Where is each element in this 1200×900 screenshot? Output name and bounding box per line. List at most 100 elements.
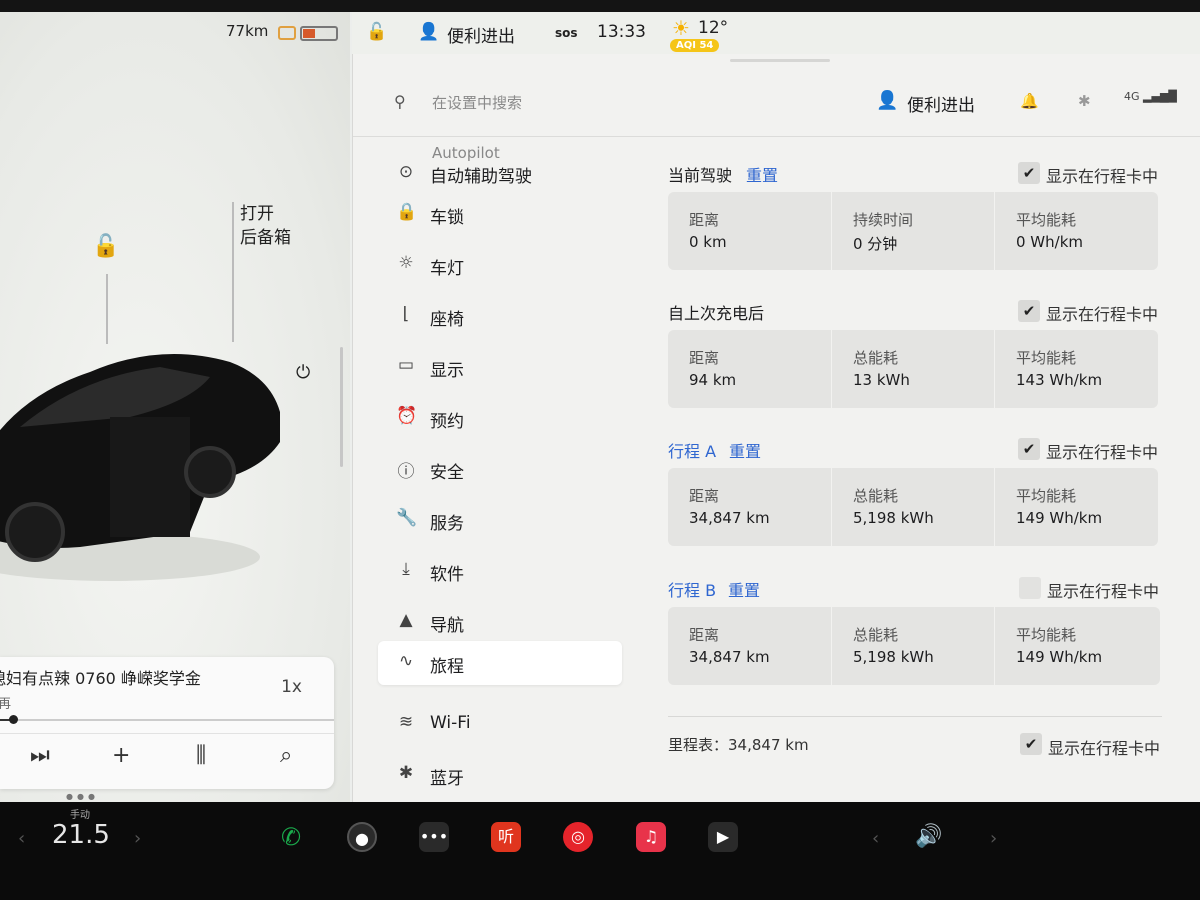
odometer-show-checkbox[interactable]: ✔ bbox=[1020, 733, 1042, 755]
nav-item-navigation[interactable]: ▲ 导航 bbox=[378, 600, 622, 644]
netease-music-icon[interactable]: ◎ bbox=[563, 822, 593, 852]
nav-label: 导航 bbox=[430, 616, 464, 636]
bluetooth-icon[interactable]: ✱ bbox=[1078, 92, 1091, 110]
odometer-divider bbox=[668, 716, 1162, 717]
trip-a-show-checkbox[interactable]: ✔ bbox=[1018, 438, 1040, 460]
stat-cell: 总能耗 5,198 kWh bbox=[831, 607, 994, 685]
unlock-icon[interactable]: 🔓 bbox=[92, 234, 119, 259]
phone-icon[interactable]: ✆ bbox=[276, 822, 306, 852]
steering-wheel-icon: ⊙ bbox=[398, 162, 414, 182]
bell-icon[interactable]: 🔔 bbox=[1020, 92, 1039, 110]
search-icon[interactable]: ⌕ bbox=[280, 743, 292, 768]
stat-label: 总能耗 bbox=[853, 349, 899, 367]
media-progress-track bbox=[0, 719, 334, 721]
nav-label: 车灯 bbox=[430, 259, 464, 279]
bluetooth-icon: ✱ bbox=[398, 763, 414, 783]
add-icon[interactable]: + bbox=[112, 743, 130, 768]
stat-value: 94 km bbox=[689, 371, 737, 389]
panel-drag-handle[interactable] bbox=[730, 59, 830, 62]
range-readout: 77km bbox=[226, 22, 269, 40]
alert-icon: ⓘ bbox=[397, 462, 415, 482]
music-icon[interactable]: ♫ bbox=[636, 822, 666, 852]
stat-cell: 平均能耗 149 Wh/km bbox=[994, 468, 1157, 546]
stat-label: 平均能耗 bbox=[1016, 487, 1077, 505]
trip-a-title: 行程 A bbox=[668, 442, 717, 461]
stat-cell: 持续时间 0 分钟 bbox=[831, 192, 994, 270]
nav-item-autopilot[interactable]: ⊙ Autopilot 自动辅助驾驶 bbox=[378, 144, 622, 196]
show-in-card-label: 显示在行程卡中 bbox=[1046, 443, 1159, 462]
bottom-dock: 手动 ‹ 21.5 › ✆ ● ••• 听 ◎ ♫ ▶ ‹ 🔊 › bbox=[0, 802, 1200, 900]
signal-label: 4G bbox=[1124, 90, 1140, 103]
trip-b-show-checkbox[interactable]: ✔ bbox=[1019, 577, 1041, 599]
trunk-callout-line bbox=[232, 202, 234, 342]
stat-value: 0 km bbox=[689, 233, 727, 251]
cabin-temperature[interactable]: 21.5 bbox=[52, 820, 110, 850]
nav-item-software[interactable]: ⤓ 软件 bbox=[378, 549, 622, 593]
nav-item-service[interactable]: 🔧 服务 bbox=[378, 498, 622, 542]
volume-up-icon[interactable]: › bbox=[990, 828, 997, 849]
ting-app-icon[interactable]: 听 bbox=[491, 822, 521, 852]
profile-button[interactable]: 便利进出 bbox=[907, 91, 975, 116]
settings-search-input[interactable] bbox=[432, 92, 732, 114]
stat-label: 平均能耗 bbox=[1016, 349, 1077, 367]
nav-label: 自动辅助驾驶 bbox=[430, 167, 532, 187]
playback-speed-button[interactable]: 1x bbox=[281, 677, 302, 697]
lock-status-icon[interactable]: 🔓 bbox=[366, 22, 387, 42]
stat-cell: 总能耗 5,198 kWh bbox=[831, 468, 994, 546]
theater-icon[interactable]: ▶ bbox=[708, 822, 738, 852]
nav-label: 软件 bbox=[430, 565, 464, 585]
stat-value: 0 Wh/km bbox=[1016, 233, 1084, 251]
nav-item-trips[interactable]: ∿ 旅程 bbox=[378, 641, 622, 685]
show-in-card-label: 显示在行程卡中 bbox=[1046, 167, 1159, 186]
nav-item-display[interactable]: ▭ 显示 bbox=[378, 345, 622, 389]
show-in-card-label: 显示在行程卡中 bbox=[1046, 305, 1159, 324]
nav-item-safety[interactable]: ⓘ 安全 bbox=[378, 447, 622, 491]
volume-icon[interactable]: 🔊 bbox=[915, 824, 942, 849]
temp-down-icon[interactable]: ‹ bbox=[18, 828, 25, 849]
reset-trip-b-button[interactable]: 重置 bbox=[728, 577, 760, 601]
download-icon: ⤓ bbox=[402, 559, 410, 579]
stat-value: 149 Wh/km bbox=[1016, 648, 1103, 666]
stat-label: 平均能耗 bbox=[1016, 626, 1077, 644]
stat-label: 距离 bbox=[689, 211, 720, 229]
nav-item-wifi[interactable]: ≋ Wi-Fi bbox=[378, 702, 622, 746]
open-trunk-button[interactable]: 打开 后备箱 bbox=[240, 202, 291, 250]
climate-mode-label: 手动 bbox=[70, 810, 90, 821]
charge-port-icon[interactable]: ⏻ bbox=[296, 362, 310, 383]
volume-down-icon[interactable]: ‹ bbox=[872, 828, 879, 849]
top-bezel bbox=[0, 0, 1200, 12]
nav-label: 车锁 bbox=[430, 208, 464, 228]
vehicle-panel: 77km 打开 后备箱 🔓 ⏻ 媳妇有点辣 0760 峥嵘奖学金 再 1x ⏭ … bbox=[0, 12, 350, 802]
current-drive-show-checkbox[interactable]: ✔ bbox=[1018, 162, 1040, 184]
nav-item-bluetooth[interactable]: ✱ 蓝牙 bbox=[378, 753, 622, 797]
display-icon: ▭ bbox=[397, 355, 415, 375]
nav-label: 蓝牙 bbox=[430, 769, 464, 789]
nav-item-lights[interactable]: ☼ 车灯 bbox=[378, 243, 622, 287]
reset-trip-a-button[interactable]: 重置 bbox=[729, 438, 761, 462]
stat-value: 5,198 kWh bbox=[853, 509, 934, 527]
car-model bbox=[0, 354, 280, 581]
page-dots: ●●● bbox=[66, 792, 99, 801]
nav-label: 预约 bbox=[430, 412, 464, 432]
vehicle-scrollbar[interactable] bbox=[340, 347, 343, 467]
cellular-signal-icon: 4G ▂▄▆█ bbox=[1124, 90, 1177, 103]
next-track-icon[interactable]: ⏭ bbox=[30, 743, 50, 768]
equalizer-icon[interactable]: ⫼ bbox=[196, 743, 206, 768]
since-charge-show-checkbox[interactable]: ✔ bbox=[1018, 300, 1040, 322]
nav-item-schedule[interactable]: ⏰ 预约 bbox=[378, 396, 622, 440]
temp-up-icon[interactable]: › bbox=[134, 828, 141, 849]
trip-icon: ∿ bbox=[398, 651, 414, 671]
navigation-icon: ▲ bbox=[399, 610, 413, 630]
nav-item-locks[interactable]: 🔒 车锁 bbox=[378, 192, 622, 236]
media-progress-knob[interactable] bbox=[9, 715, 18, 724]
camera-icon[interactable]: ● bbox=[347, 822, 377, 852]
sos-button[interactable]: sos bbox=[555, 26, 578, 40]
nav-label: 座椅 bbox=[430, 310, 464, 330]
nav-label: 安全 bbox=[430, 463, 464, 483]
more-apps-icon[interactable]: ••• bbox=[419, 822, 449, 852]
profile-name[interactable]: 便利进出 bbox=[447, 22, 515, 47]
since-charge-title: 自上次充电后 bbox=[668, 304, 765, 323]
nav-item-seats[interactable]: ⌊ 座椅 bbox=[378, 294, 622, 338]
stat-cell: 距离 34,847 km bbox=[668, 607, 831, 685]
reset-current-drive-button[interactable]: 重置 bbox=[746, 162, 778, 186]
